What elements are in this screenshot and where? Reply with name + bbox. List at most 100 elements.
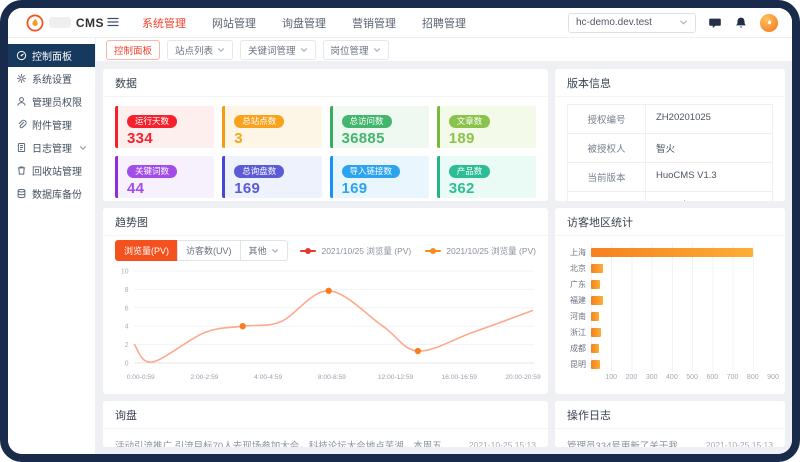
topbar: CMS 系统管理网站管理询盘管理营销管理招聘管理 hc-demo.dev.tes… [8, 8, 792, 38]
trend-metric-tabs: 浏览量(PV) 访客数(UV) 其他 [115, 240, 288, 261]
brand-name-redacted [49, 17, 71, 28]
log-text: 管理员334号更新了关于我们的内容。 [567, 438, 696, 447]
sidebar-item[interactable]: 回收站管理 [8, 159, 95, 182]
region-row: 北京 [563, 260, 773, 276]
region-track [591, 260, 773, 276]
region-axis-tick: 500 [686, 374, 698, 381]
region-track [591, 356, 773, 372]
chevron-down-icon [217, 46, 225, 54]
topnav-item[interactable]: 网站管理 [212, 15, 256, 31]
region-axis-tick: 300 [646, 374, 658, 381]
topbar-right: hc-demo.dev.test [568, 13, 778, 33]
topnav-item[interactable]: 营销管理 [352, 15, 396, 31]
region-label: 上海 [563, 247, 591, 258]
sidebar: 控制面板系统设置管理员权限附件管理日志管理回收站管理数据库备份 [8, 38, 96, 454]
subnav-tab-label: 控制面板 [114, 43, 152, 57]
sidebar-item-label: 控制面板 [32, 48, 72, 63]
region-x-axis: 100200300400500600700800900 [563, 372, 773, 385]
stat-card: 总询盘数 169 [222, 156, 321, 198]
legend-item[interactable]: 2021/10/25 浏览量 (PV) [300, 245, 411, 257]
user-avatar[interactable] [760, 14, 778, 32]
subnav-tab[interactable]: 控制面板 [106, 40, 160, 60]
region-label: 昆明 [563, 359, 591, 370]
version-row-value: ZH20201025 [646, 105, 772, 133]
region-row: 昆明 [563, 356, 773, 372]
stat-card-label: 总询盘数 [234, 165, 284, 178]
stat-card: 产品数362 [437, 156, 536, 198]
subnav-tab[interactable]: 关键词管理 [240, 40, 316, 60]
region-axis-tick: 600 [706, 374, 718, 381]
content: 数据 运行天数334总站点数3总访问数36885文章数189关键词数44总询盘数… [96, 62, 792, 454]
region-bar [591, 312, 599, 321]
region-label: 广东 [563, 279, 591, 290]
region-panel-title: 访客地区统计 [555, 208, 785, 236]
topnav-item[interactable]: 系统管理 [142, 15, 186, 31]
stat-card: 运行天数334 [115, 106, 214, 148]
stat-card-value: 169 [234, 180, 312, 197]
stat-card-value: 36885 [342, 130, 420, 147]
region-bar [591, 328, 601, 337]
version-row-label: 当前版本 [568, 163, 646, 191]
region-bar [591, 360, 600, 369]
version-row: 被授权人智火 [568, 133, 772, 162]
region-label: 北京 [563, 263, 591, 274]
inquiry-time: 2021-10-25 15:13 [469, 440, 536, 447]
message-icon[interactable] [708, 16, 722, 30]
trend-controls: 浏览量(PV)访客数(UV)其他 2021/10/25 浏览量 (PV)2021… [103, 236, 548, 263]
trend-legend: 2021/10/25 浏览量 (PV) 2021/10/25 浏览量 (PV) [300, 245, 536, 257]
sidebar-item[interactable]: 附件管理 [8, 113, 95, 136]
stat-card-label: 产品数 [449, 165, 491, 178]
legend-marker-icon [425, 250, 441, 252]
inquiry-list-item[interactable]: 活动引流推广 引流目标70人去现场参加大会，科技论坛大会地点芜湖，本周五举办。 … [103, 429, 548, 447]
sidebar-item-label: 回收站管理 [32, 163, 82, 178]
trend-tab[interactable]: 访客数(UV) [177, 240, 241, 261]
site-domain-select[interactable]: hc-demo.dev.test [568, 13, 696, 33]
log-list-item[interactable]: 管理员334号更新了关于我们的内容。 2021-10-25 15:13 [555, 429, 785, 447]
inquiry-panel-title: 询盘 [103, 401, 548, 429]
trend-tab[interactable]: 其他 [240, 240, 288, 261]
trend-tab-label: 其他 [249, 244, 267, 257]
sidebar-item[interactable]: 管理员权限 [8, 90, 95, 113]
data-panel: 数据 运行天数334总站点数3总访问数36885文章数189关键词数44总询盘数… [103, 69, 548, 201]
bell-icon[interactable] [734, 16, 748, 30]
subnav-tab-label: 关键词管理 [248, 43, 296, 57]
region-track [591, 340, 773, 356]
svg-text:8:00-8:59: 8:00-8:59 [318, 374, 346, 381]
region-axis-tick: 400 [666, 374, 678, 381]
sidebar-item[interactable]: 系统设置 [8, 67, 95, 90]
topnav-item[interactable]: 询盘管理 [282, 15, 326, 31]
region-axis-tick: 100 [605, 374, 617, 381]
sidebar-collapse-icon[interactable] [106, 15, 122, 31]
region-track [591, 308, 773, 324]
svg-text:8: 8 [125, 287, 129, 294]
stat-card: 关键词数44 [115, 156, 214, 198]
svg-text:12:00-12:59: 12:00-12:59 [378, 374, 414, 381]
subnav-tab[interactable]: 岗位管理 [323, 40, 389, 60]
stat-card-label: 总访问数 [342, 115, 392, 128]
trend-tab-label: 访客数(UV) [186, 244, 232, 257]
version-table: 授权编号ZH20201025被授权人智火当前版本HuoCMS V1.3官网www… [567, 104, 773, 201]
region-track [591, 324, 773, 340]
sidebar-item[interactable]: 控制面板 [8, 44, 95, 67]
subnav-tab[interactable]: 站点列表 [167, 40, 233, 60]
subnav-tabs: 控制面板 站点列表 关键词管理 岗位管理 [96, 38, 792, 62]
chevron-down-icon [79, 144, 87, 152]
chevron-down-icon [373, 46, 381, 54]
log-time: 2021-10-25 15:13 [706, 440, 773, 447]
region-label: 河南 [563, 311, 591, 322]
sidebar-item[interactable]: 数据库备份 [8, 182, 95, 205]
chevron-down-icon [679, 18, 688, 27]
region-bar [591, 280, 600, 289]
legend-item[interactable]: 2021/10/25 浏览量 (PV) [425, 245, 536, 257]
region-axis-tick: 900 [767, 374, 779, 381]
version-row-value: www.zhco.com [646, 192, 772, 201]
legend-marker-icon [300, 250, 316, 252]
window-frame: CMS 系统管理网站管理询盘管理营销管理招聘管理 hc-demo.dev.tes… [0, 0, 800, 462]
trend-tab[interactable]: 浏览量(PV) [115, 240, 178, 261]
trend-panel: 趋势图 浏览量(PV)访客数(UV)其他 2021/10/25 浏览量 (PV)… [103, 208, 548, 394]
sidebar-item[interactable]: 日志管理 [8, 136, 95, 159]
svg-text:4:00-4:59: 4:00-4:59 [254, 374, 282, 381]
region-row: 成都 [563, 340, 773, 356]
stat-card: 总站点数3 [222, 106, 321, 148]
topnav-item[interactable]: 招聘管理 [422, 15, 466, 31]
